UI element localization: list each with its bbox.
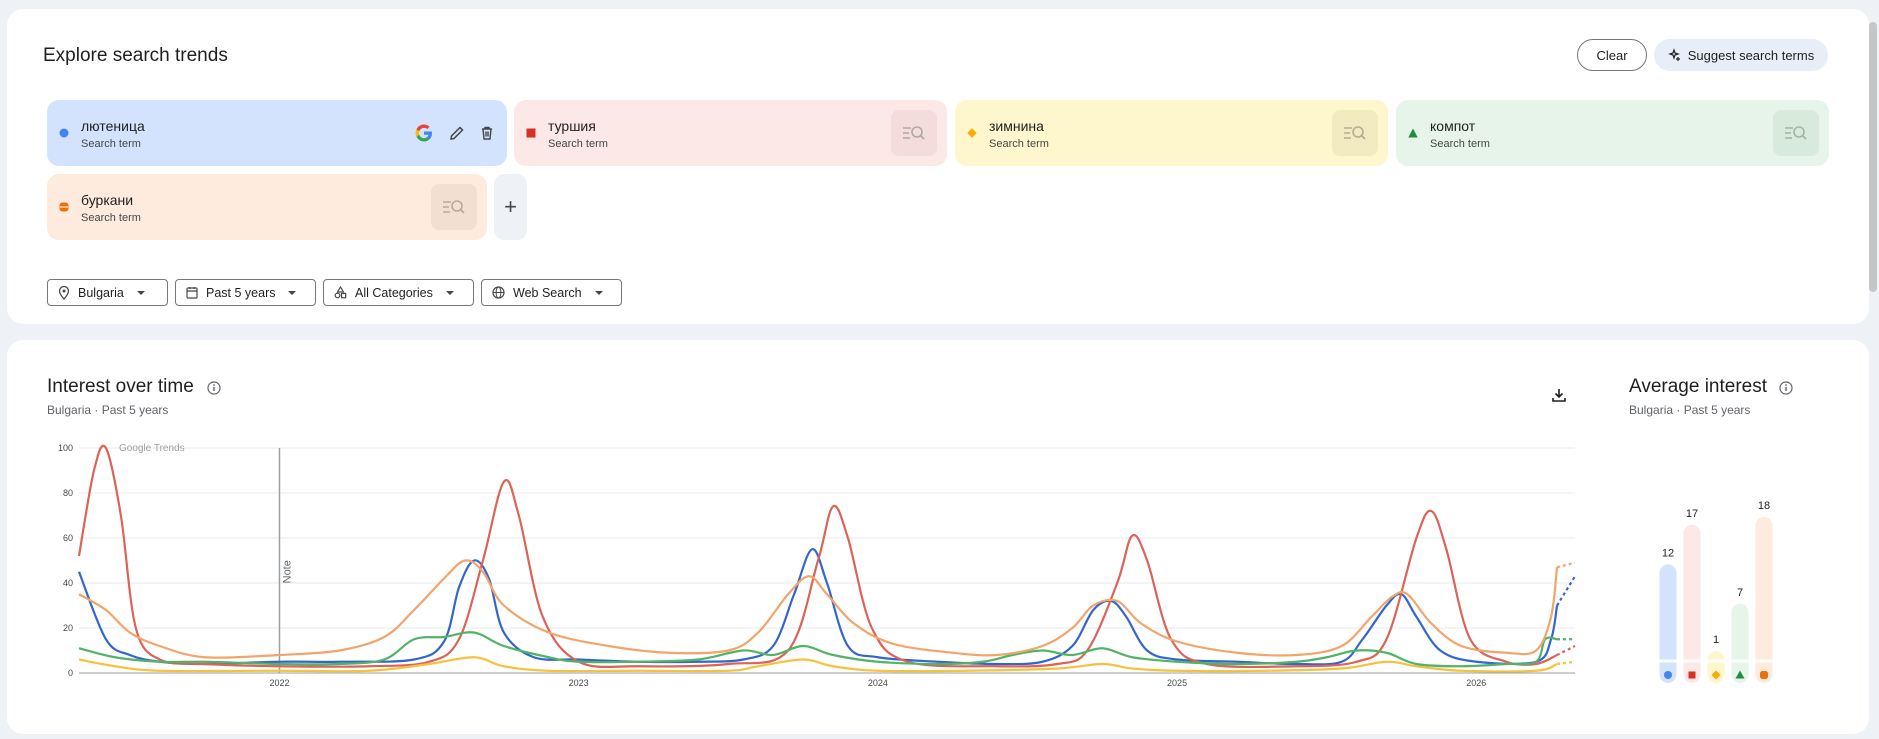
compare-search-button[interactable] bbox=[891, 110, 937, 156]
add-term-button[interactable]: + bbox=[494, 174, 527, 240]
square-marker-icon bbox=[526, 128, 536, 138]
triangle-marker-icon bbox=[1408, 128, 1418, 138]
edit-icon[interactable] bbox=[449, 125, 465, 141]
term-card-3[interactable]: зимнина Search term bbox=[955, 100, 1388, 166]
category-filter[interactable]: All Categories bbox=[323, 279, 474, 306]
google-g-icon[interactable] bbox=[413, 122, 435, 144]
term-name: туршия bbox=[548, 118, 596, 134]
category-icon bbox=[334, 286, 347, 299]
time-range-value: Past 5 years bbox=[206, 285, 276, 300]
average-interest-title: Average interest bbox=[1629, 376, 1768, 397]
circle-marker-icon bbox=[59, 128, 69, 138]
subtitle-separator: · bbox=[1676, 403, 1684, 417]
download-icon[interactable] bbox=[1551, 387, 1567, 403]
category-value: All Categories bbox=[355, 285, 433, 300]
term-type-label: Search term bbox=[81, 138, 141, 150]
dropdown-arrow-icon bbox=[136, 290, 145, 295]
location-pin-icon bbox=[58, 285, 70, 300]
results-panel bbox=[7, 340, 1869, 734]
dropdown-arrow-icon bbox=[288, 290, 297, 295]
term-type-label: Search term bbox=[548, 138, 608, 150]
search-property-filter[interactable]: Web Search bbox=[481, 279, 622, 306]
term-card-2[interactable]: туршия Search term bbox=[514, 100, 947, 166]
term-name: лютеница bbox=[81, 118, 145, 134]
compare-search-button[interactable] bbox=[431, 184, 477, 230]
dropdown-arrow-icon bbox=[445, 290, 454, 295]
delete-icon[interactable] bbox=[479, 125, 495, 141]
subtitle-time: Past 5 years bbox=[101, 403, 169, 417]
calendar-icon bbox=[186, 287, 198, 299]
term-type-label: Search term bbox=[989, 138, 1049, 150]
compare-search-icon bbox=[1344, 126, 1366, 140]
subtitle-location: Bulgaria bbox=[47, 403, 92, 417]
term-card-5[interactable]: буркани Search term bbox=[47, 174, 487, 240]
dropdown-arrow-icon bbox=[594, 290, 603, 295]
info-icon[interactable] bbox=[1779, 381, 1793, 395]
interest-over-time-subtitle: Bulgaria · Past 5 years bbox=[47, 403, 168, 417]
search-property-value: Web Search bbox=[513, 285, 582, 300]
term-name: компот bbox=[1430, 118, 1476, 134]
compare-search-icon bbox=[903, 126, 925, 140]
globe-icon bbox=[492, 286, 505, 299]
compare-search-button[interactable] bbox=[1332, 110, 1378, 156]
subtitle-separator: · bbox=[94, 403, 102, 417]
subtitle-location: Bulgaria bbox=[1629, 403, 1674, 417]
clear-button[interactable]: Clear bbox=[1577, 39, 1647, 71]
subtitle-time: Past 5 years bbox=[1683, 403, 1751, 417]
term-type-label: Search term bbox=[1430, 138, 1490, 150]
time-range-filter[interactable]: Past 5 years bbox=[175, 279, 316, 306]
location-value: Bulgaria bbox=[78, 285, 124, 300]
term-type-label: Search term bbox=[81, 212, 141, 224]
term-card-1[interactable]: лютеница Search term bbox=[47, 100, 507, 166]
interest-over-time-title: Interest over time bbox=[47, 376, 194, 397]
sparkle-icon bbox=[1667, 48, 1680, 61]
suggest-search-terms-button[interactable]: Suggest search terms bbox=[1654, 39, 1828, 71]
hourglass-marker-icon bbox=[59, 202, 69, 212]
suggest-label: Suggest search terms bbox=[1687, 47, 1815, 63]
diamond-marker-icon bbox=[967, 128, 977, 138]
term-name: буркани bbox=[81, 192, 134, 208]
compare-search-icon bbox=[1785, 126, 1807, 140]
term-name: зимнина bbox=[989, 118, 1044, 134]
average-interest-subtitle: Bulgaria · Past 5 years bbox=[1629, 403, 1750, 417]
plus-icon: + bbox=[504, 194, 517, 219]
scrollbar[interactable] bbox=[1869, 22, 1877, 292]
location-filter[interactable]: Bulgaria bbox=[47, 279, 168, 306]
page-title: Explore search trends bbox=[43, 45, 228, 66]
compare-search-button[interactable] bbox=[1773, 110, 1819, 156]
compare-search-icon bbox=[443, 200, 465, 214]
info-icon[interactable] bbox=[207, 381, 221, 395]
term-card-4[interactable]: компот Search term bbox=[1396, 100, 1829, 166]
